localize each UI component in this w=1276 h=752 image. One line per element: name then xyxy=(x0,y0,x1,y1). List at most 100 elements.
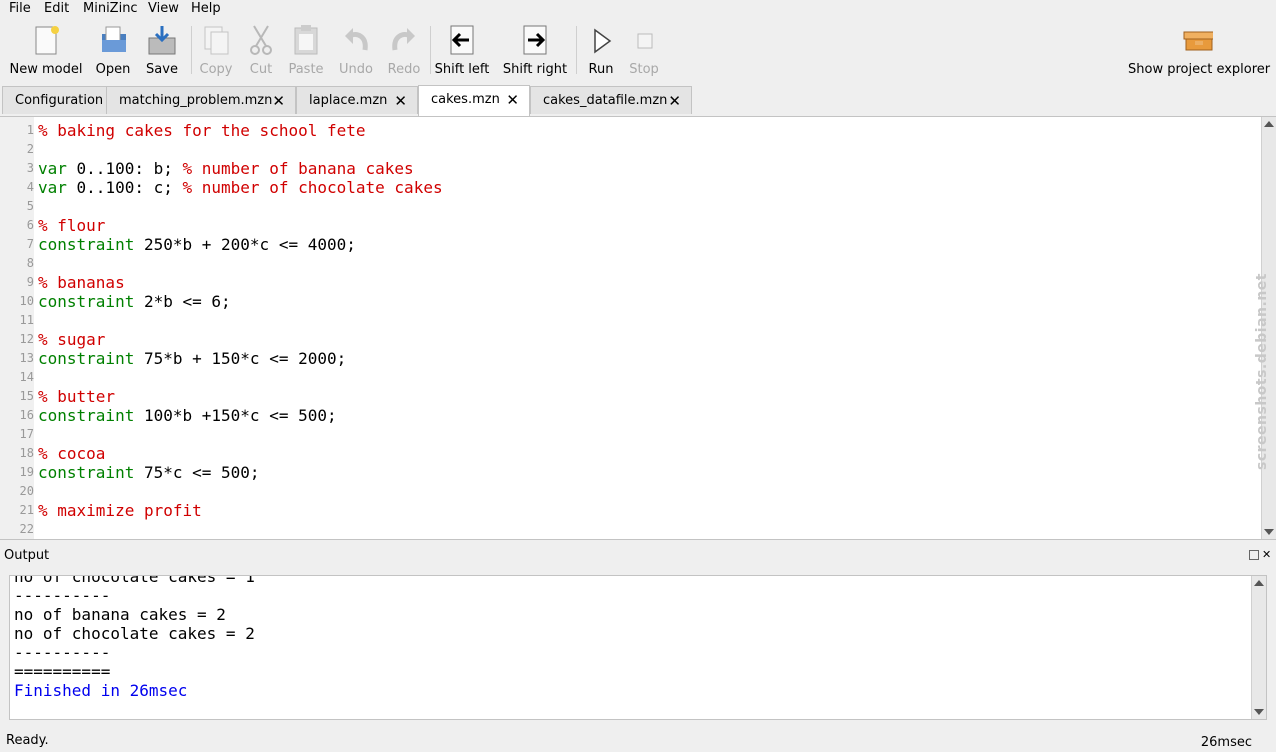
line-number: 11 xyxy=(19,313,34,327)
code-line: % cocoa xyxy=(38,444,105,463)
output-pane[interactable]: no of chocolate cakes = 1 ---------- no of… xyxy=(9,575,1267,720)
close-tab-icon[interactable]: ✕ xyxy=(394,87,407,115)
new-model-label: New model xyxy=(9,62,83,77)
line-number: 9 xyxy=(26,275,34,289)
save-button[interactable]: Save xyxy=(140,24,184,80)
menu-minizinc[interactable]: MiniZinc xyxy=(83,1,138,16)
copy-button[interactable]: Copy xyxy=(196,24,236,80)
save-icon xyxy=(147,24,177,56)
code-line: constraint 100*b +150*c <= 500; xyxy=(38,406,337,425)
stop-label: Stop xyxy=(629,62,659,77)
shift-right-label: Shift right xyxy=(502,62,568,77)
scroll-down-icon[interactable] xyxy=(1254,709,1264,715)
line-number: 12 xyxy=(19,332,34,346)
output-line: Finished in 26msec xyxy=(14,681,188,700)
line-number: 20 xyxy=(19,484,34,498)
tab-label: cakes_datafile.mzn xyxy=(543,93,668,108)
shift-right-button[interactable]: Shift right xyxy=(502,24,568,80)
comment-token: % butter xyxy=(38,387,116,406)
tab-cakes-datafile[interactable]: cakes_datafile.mzn ✕ xyxy=(530,86,692,114)
tab-label: matching_problem.mzn xyxy=(119,93,273,108)
code-line: constraint 75*c <= 500; xyxy=(38,463,260,482)
output-line: ========== xyxy=(14,662,111,681)
paste-button[interactable]: Paste xyxy=(286,24,326,80)
code-line: % flour xyxy=(38,216,105,235)
line-number: 19 xyxy=(19,465,34,479)
comment-token: % maximize profit xyxy=(38,501,202,520)
code-line: constraint 2*b <= 6; xyxy=(38,292,231,311)
close-tab-icon[interactable]: ✕ xyxy=(506,86,519,114)
output-line: ---------- xyxy=(14,643,111,662)
status-message: Ready. xyxy=(6,733,49,748)
stop-button[interactable]: Stop xyxy=(626,24,662,80)
scissors-icon xyxy=(246,24,276,56)
toolbar-separator xyxy=(430,26,431,74)
comment-token: % baking cakes for the school fete xyxy=(38,121,366,140)
keyword-token: constraint xyxy=(38,463,135,482)
save-label: Save xyxy=(146,62,178,77)
output-line: ---------- xyxy=(14,586,111,605)
line-number: 3 xyxy=(26,161,34,175)
line-number: 7 xyxy=(26,237,34,251)
line-number: 5 xyxy=(26,199,34,213)
line-number: 10 xyxy=(19,294,34,308)
float-dock-icon[interactable] xyxy=(1249,550,1259,560)
keyword-token: constraint xyxy=(38,292,135,311)
code-line: constraint 250*b + 200*c <= 4000; xyxy=(38,235,356,254)
cut-label: Cut xyxy=(249,62,273,77)
copy-icon xyxy=(201,24,231,56)
comment-token: % number of banana cakes xyxy=(182,159,414,178)
redo-button[interactable]: Redo xyxy=(384,24,424,80)
scroll-down-icon[interactable] xyxy=(1264,529,1274,535)
line-number: 22 xyxy=(19,522,34,536)
line-number: 21 xyxy=(19,503,34,517)
close-tab-icon[interactable]: ✕ xyxy=(272,87,285,115)
code-editor[interactable]: 1 2 3 4 5 6 7 8 9 10 11 12 13 14 15 16 17 18 19 20 21 22 % ba… xyxy=(0,116,1276,540)
code-token: 2*b <= 6; xyxy=(134,292,231,311)
line-number: 15 xyxy=(19,389,34,403)
tab-configuration[interactable]: Configuration xyxy=(2,86,108,114)
keyword-token: constraint xyxy=(38,406,135,425)
tab-label: cakes.mzn xyxy=(431,92,500,107)
tab-matching-problem[interactable]: matching_problem.mzn ✕ xyxy=(106,86,296,114)
code-line: var 0..100: c; % number of chocolate cak… xyxy=(38,178,443,197)
close-dock-icon[interactable]: ✕ xyxy=(1262,549,1271,561)
scroll-up-icon[interactable] xyxy=(1254,580,1264,586)
comment-token: % bananas xyxy=(38,273,125,292)
line-number: 17 xyxy=(19,427,34,441)
code-token: 0..100: b; xyxy=(66,159,183,178)
line-number: 4 xyxy=(26,180,34,194)
code-line: var 0..100: b; % number of banana cakes xyxy=(38,159,414,178)
toolbar-separator xyxy=(191,26,192,74)
tab-label: laplace.mzn xyxy=(309,93,388,108)
code-token: 75*c <= 500; xyxy=(134,463,260,482)
run-button[interactable]: Run xyxy=(584,24,618,80)
shift-right-icon xyxy=(520,24,550,56)
open-folder-icon xyxy=(98,24,128,56)
show-project-explorer-button[interactable]: Show project explorer xyxy=(1128,24,1270,80)
line-number: 1 xyxy=(26,123,34,137)
scroll-up-icon[interactable] xyxy=(1264,121,1274,127)
output-panel-title: Output xyxy=(4,548,50,563)
keyword-token: constraint xyxy=(38,235,135,254)
cut-button[interactable]: Cut xyxy=(242,24,280,80)
menu-file[interactable]: File xyxy=(9,1,31,16)
redo-label: Redo xyxy=(387,62,421,77)
line-number: 14 xyxy=(19,370,34,384)
menu-help[interactable]: Help xyxy=(191,1,221,16)
menu-edit[interactable]: Edit xyxy=(44,1,69,16)
output-scrollbar[interactable] xyxy=(1251,576,1266,719)
line-number: 2 xyxy=(26,142,34,156)
line-number: 6 xyxy=(26,218,34,232)
tab-laplace[interactable]: laplace.mzn ✕ xyxy=(296,86,418,114)
undo-button[interactable]: Undo xyxy=(336,24,376,80)
comment-token: % flour xyxy=(38,216,106,235)
new-model-button[interactable]: New model xyxy=(8,24,84,80)
toolbar-separator xyxy=(576,26,577,74)
code-token: 0..100: c; xyxy=(66,178,183,197)
open-button[interactable]: Open xyxy=(92,24,134,80)
shift-left-button[interactable]: Shift left xyxy=(434,24,490,80)
tab-cakes[interactable]: cakes.mzn ✕ xyxy=(418,85,530,116)
menu-view[interactable]: View xyxy=(148,1,179,16)
close-tab-icon[interactable]: ✕ xyxy=(668,87,681,115)
